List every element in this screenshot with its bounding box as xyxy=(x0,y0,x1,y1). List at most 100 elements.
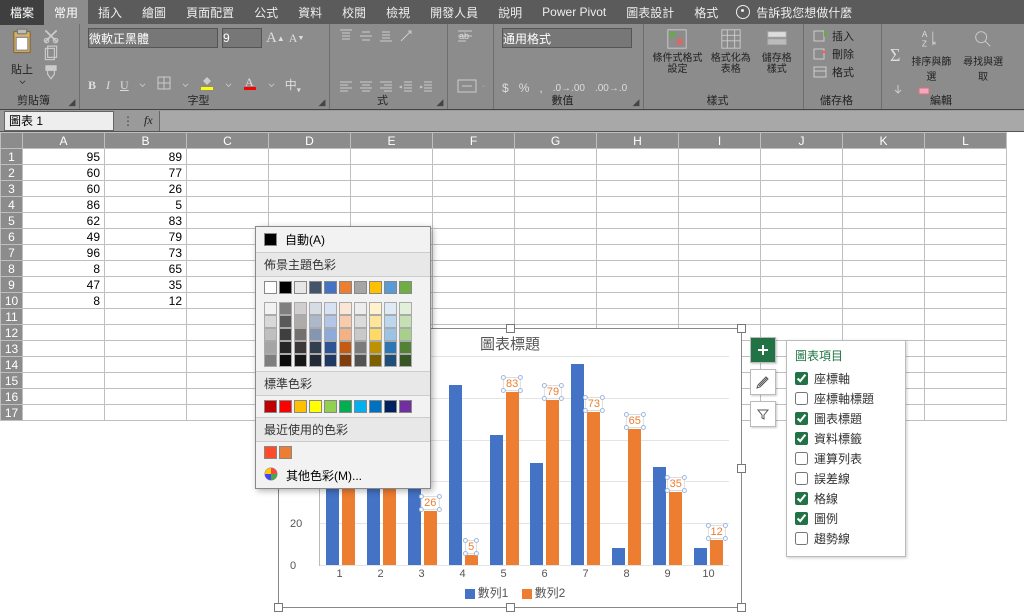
cell[interactable] xyxy=(433,181,515,197)
color-swatch[interactable] xyxy=(264,400,277,413)
cell[interactable] xyxy=(843,245,925,261)
conditional-formatting-button[interactable]: 條件式格式設定 xyxy=(652,28,703,75)
cell[interactable] xyxy=(433,309,515,325)
cell[interactable] xyxy=(269,197,351,213)
row-header[interactable]: 10 xyxy=(1,293,23,309)
color-swatch[interactable] xyxy=(309,341,322,354)
cell[interactable]: 47 xyxy=(23,277,105,293)
color-swatch[interactable] xyxy=(399,281,412,294)
tab-draw[interactable]: 繪圖 xyxy=(132,0,176,25)
checkbox[interactable] xyxy=(795,432,808,445)
cell[interactable] xyxy=(433,277,515,293)
color-swatch[interactable] xyxy=(294,302,307,315)
color-swatch[interactable] xyxy=(294,281,307,294)
cell[interactable] xyxy=(925,293,1007,309)
color-swatch[interactable] xyxy=(264,328,277,341)
chart-bar[interactable] xyxy=(694,548,707,565)
cell[interactable] xyxy=(843,229,925,245)
color-swatch[interactable] xyxy=(354,328,367,341)
cell[interactable] xyxy=(23,325,105,341)
cell[interactable] xyxy=(843,197,925,213)
color-swatch[interactable] xyxy=(354,341,367,354)
color-swatch[interactable] xyxy=(309,328,322,341)
cell[interactable] xyxy=(761,197,843,213)
color-swatch[interactable] xyxy=(309,302,322,315)
checkbox[interactable] xyxy=(795,392,808,405)
cells-delete-button[interactable]: 刪除 xyxy=(812,46,873,62)
cell[interactable] xyxy=(105,389,187,405)
color-swatch[interactable] xyxy=(339,341,352,354)
chart-bar[interactable]: 35 xyxy=(669,492,682,565)
cell[interactable]: 8 xyxy=(23,293,105,309)
row-header[interactable]: 14 xyxy=(1,357,23,373)
row-header[interactable]: 16 xyxy=(1,389,23,405)
color-swatch[interactable] xyxy=(369,400,382,413)
color-swatch[interactable] xyxy=(279,446,292,459)
auto-color-item[interactable]: 自動(A) xyxy=(256,227,430,252)
tab-formulas[interactable]: 公式 xyxy=(244,0,288,25)
color-swatch[interactable] xyxy=(399,328,412,341)
color-swatch[interactable] xyxy=(324,354,337,367)
cell[interactable] xyxy=(23,405,105,421)
color-swatch[interactable] xyxy=(309,354,322,367)
row-header[interactable]: 5 xyxy=(1,213,23,229)
data-label[interactable]: 12 xyxy=(707,525,725,539)
tab-format[interactable]: 格式 xyxy=(684,0,728,25)
cell[interactable] xyxy=(597,197,679,213)
row-header[interactable]: 12 xyxy=(1,325,23,341)
align-top-icon[interactable] xyxy=(338,28,354,44)
color-swatch[interactable] xyxy=(264,354,277,367)
cell[interactable] xyxy=(925,165,1007,181)
cell[interactable] xyxy=(925,229,1007,245)
cell[interactable]: 5 xyxy=(105,197,187,213)
cell[interactable] xyxy=(597,309,679,325)
dialog-launcher-icon[interactable]: ◢ xyxy=(435,97,445,107)
chart-bar[interactable] xyxy=(530,463,543,565)
cell[interactable] xyxy=(761,293,843,309)
row-header[interactable]: 17 xyxy=(1,405,23,421)
chart-element-item[interactable]: 資料標籤 xyxy=(795,430,897,447)
cell[interactable] xyxy=(515,229,597,245)
color-swatch[interactable] xyxy=(384,302,397,315)
cell[interactable] xyxy=(925,309,1007,325)
formula-input[interactable] xyxy=(159,111,1024,131)
color-swatch[interactable] xyxy=(294,315,307,328)
color-swatch[interactable] xyxy=(354,315,367,328)
checkbox[interactable] xyxy=(795,512,808,525)
cell[interactable] xyxy=(433,213,515,229)
tab-insert[interactable]: 插入 xyxy=(88,0,132,25)
cell[interactable] xyxy=(105,357,187,373)
color-swatch[interactable] xyxy=(264,302,277,315)
cell[interactable]: 83 xyxy=(105,213,187,229)
color-swatch[interactable] xyxy=(324,302,337,315)
color-swatch[interactable] xyxy=(309,315,322,328)
chart-element-item[interactable]: 格線 xyxy=(795,490,897,507)
cell[interactable] xyxy=(679,165,761,181)
cell[interactable]: 89 xyxy=(105,149,187,165)
cell[interactable] xyxy=(679,213,761,229)
cell[interactable] xyxy=(679,245,761,261)
cell[interactable] xyxy=(761,181,843,197)
checkbox[interactable] xyxy=(795,372,808,385)
checkbox[interactable] xyxy=(795,452,808,465)
color-swatch[interactable] xyxy=(279,302,292,315)
tab-power-pivot[interactable]: Power Pivot xyxy=(532,1,616,23)
cell[interactable] xyxy=(761,213,843,229)
cell[interactable] xyxy=(925,357,1007,373)
theme-color-shades[interactable] xyxy=(256,298,430,371)
chart-elements-button[interactable] xyxy=(750,337,776,363)
cell[interactable] xyxy=(433,229,515,245)
cell[interactable]: 12 xyxy=(105,293,187,309)
color-swatch[interactable] xyxy=(339,354,352,367)
bold-button[interactable]: B xyxy=(88,78,96,93)
cell[interactable]: 96 xyxy=(23,245,105,261)
color-swatch[interactable] xyxy=(399,315,412,328)
cell[interactable] xyxy=(433,293,515,309)
color-swatch[interactable] xyxy=(384,315,397,328)
chart-bar[interactable]: 79 xyxy=(546,400,559,565)
tab-help[interactable]: 說明 xyxy=(488,0,532,25)
color-swatch[interactable] xyxy=(324,328,337,341)
color-swatch[interactable] xyxy=(369,328,382,341)
name-box[interactable] xyxy=(4,111,114,131)
cell[interactable]: 86 xyxy=(23,197,105,213)
